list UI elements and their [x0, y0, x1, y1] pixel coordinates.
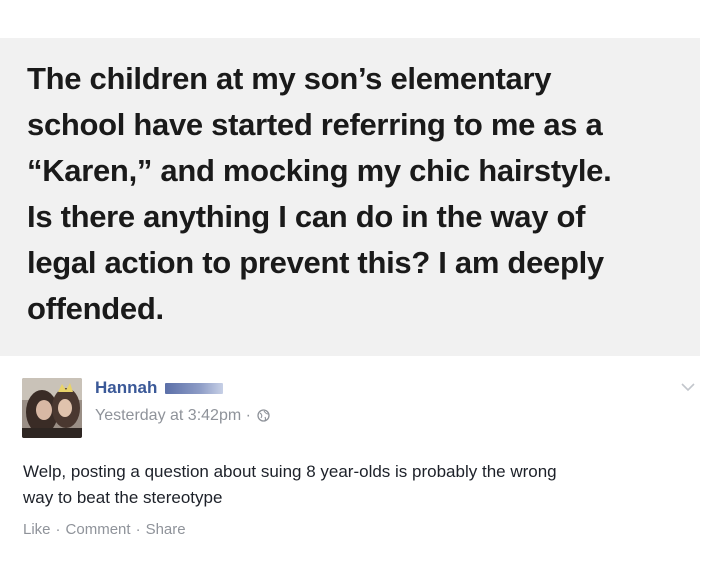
- redacted-surname: [165, 383, 224, 395]
- comment-line: Welp, posting a question about suing 8 y…: [23, 462, 557, 481]
- comment-meta: Yesterday at 3:42pm ·: [95, 407, 271, 427]
- comment-line: way to beat the stereotype: [23, 488, 223, 507]
- post-line: “Karen,” and mocking my chic hairstyle.: [27, 153, 612, 188]
- globe-icon: [257, 409, 271, 427]
- avatar[interactable]: [22, 378, 82, 438]
- action-separator: ·: [55, 521, 61, 538]
- post-line: legal action to prevent this? I am deepl…: [27, 245, 604, 280]
- comment-actions: Like · Comment · Share: [23, 521, 186, 538]
- chevron-down-icon[interactable]: [680, 380, 696, 392]
- author-name[interactable]: Hannah: [95, 378, 224, 398]
- post-line: offended.: [27, 291, 164, 326]
- post-line: Is there anything I can do in the way of: [27, 199, 586, 234]
- share-link[interactable]: Share: [146, 521, 186, 538]
- post-line: The children at my son’s elementary: [27, 61, 552, 96]
- comment-link[interactable]: Comment: [66, 521, 131, 538]
- avatar-photo: [22, 378, 82, 438]
- action-separator: ·: [135, 521, 141, 538]
- timestamp[interactable]: Yesterday at 3:42pm: [95, 407, 241, 424]
- author-name-text[interactable]: Hannah: [95, 378, 157, 397]
- comment-body: Welp, posting a question about suing 8 y…: [23, 459, 693, 511]
- post-line: school have started referring to me as a: [27, 107, 603, 142]
- comment: Hannah Yesterday at 3:42pm · Welp, posti…: [0, 366, 720, 573]
- like-link[interactable]: Like: [23, 521, 51, 538]
- post-text: The children at my son’s elementary scho…: [27, 56, 687, 332]
- meta-separator: ·: [245, 407, 251, 424]
